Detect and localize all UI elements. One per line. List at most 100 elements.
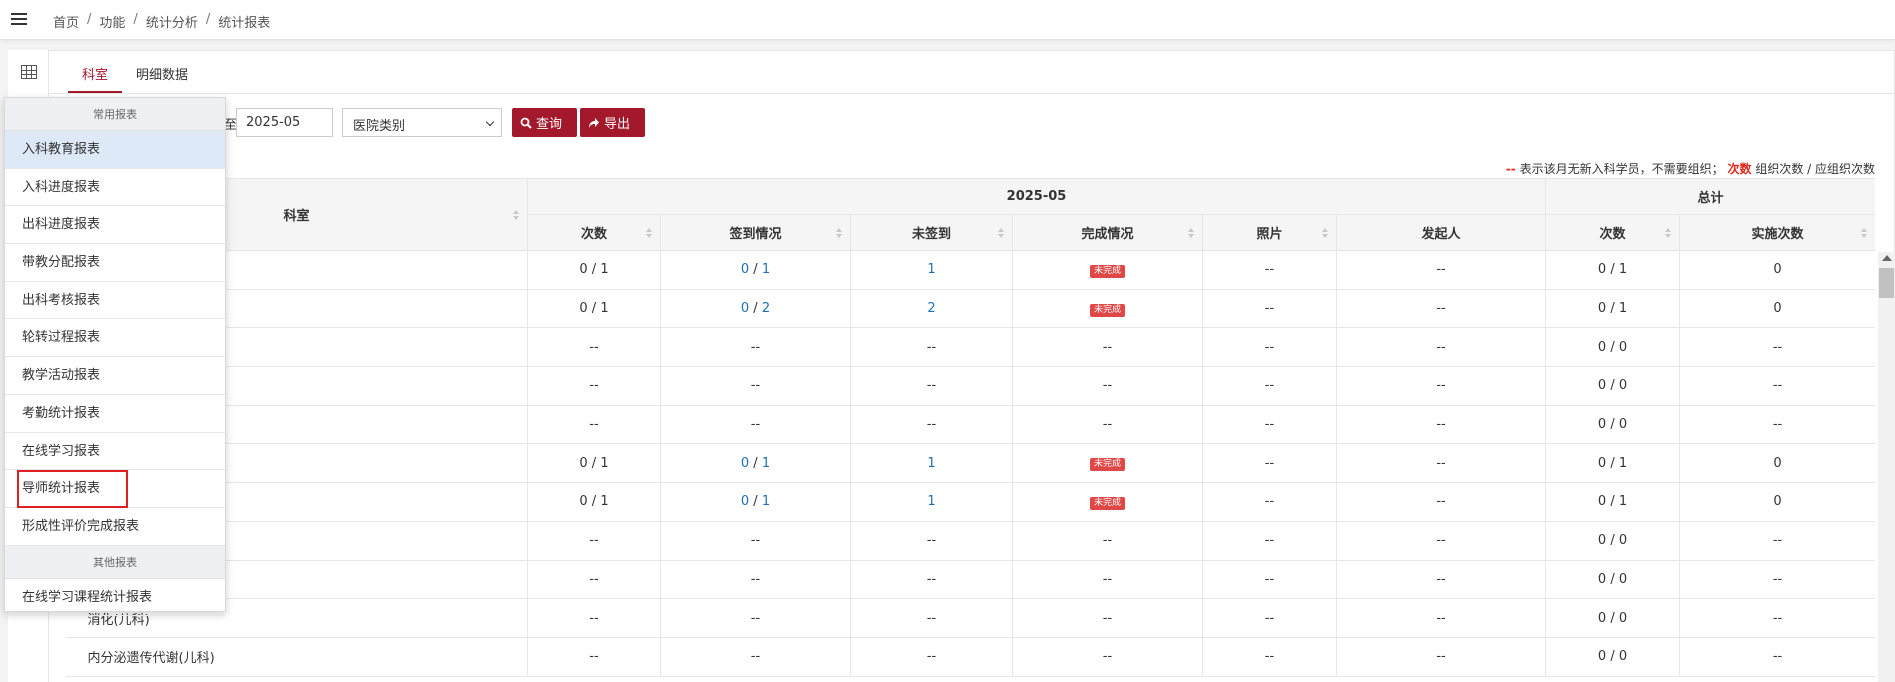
cell-photo: -- (1202, 289, 1337, 329)
menu-item-report[interactable]: 在线学习报表 (5, 433, 225, 471)
cell-unsigned: 1 (850, 482, 1013, 522)
expected-count-link[interactable]: 1 (762, 262, 770, 277)
col-header-total-count[interactable]: 次数 (1545, 214, 1681, 251)
cell-initiator: -- (1336, 521, 1547, 561)
table-row: -- -- -- -- -- -- 0 / 0 -- (65, 366, 1875, 406)
signin-count-link[interactable]: 0 (741, 494, 749, 509)
cell-photo: -- (1202, 598, 1337, 638)
chevron-down-icon (485, 117, 495, 127)
table-row: -- -- -- -- -- -- 0 / 0 -- (65, 327, 1875, 368)
query-button[interactable]: 查询 (512, 108, 577, 137)
cell-completion: 未完成 (1012, 482, 1203, 522)
cell-implemented: 0 (1679, 443, 1875, 484)
cell-initiator: -- (1336, 327, 1547, 368)
cell-completion: -- (1012, 405, 1203, 445)
cell-initiator: -- (1336, 598, 1547, 638)
cell-count: -- (527, 560, 661, 600)
menu-item-report[interactable]: 教学活动报表 (5, 357, 225, 395)
menu-item-report[interactable]: 轮转过程报表 (5, 319, 225, 358)
cell-implemented: -- (1679, 598, 1875, 638)
cell-unsigned: -- (850, 560, 1013, 600)
cell-total-count: 0 / 0 (1545, 327, 1681, 368)
table-grid-icon[interactable] (21, 65, 37, 79)
menu-item-report[interactable]: 带教分配报表 (5, 244, 225, 282)
unsigned-count-link[interactable]: 1 (927, 456, 935, 471)
col-header-initiator[interactable]: 发起人 (1335, 214, 1547, 251)
hospital-type-select[interactable]: 医院类别 (342, 108, 502, 137)
cell-total-count: 0 / 0 (1545, 598, 1681, 638)
tab-detail-data[interactable]: 明细数据 (136, 64, 188, 83)
table-scrollbar[interactable] (1878, 252, 1895, 682)
export-button[interactable]: 导出 (580, 108, 645, 137)
menu-item-report[interactable]: 出科考核报表 (5, 282, 225, 320)
menu-toggle-icon[interactable] (11, 13, 27, 25)
cell-initiator: -- (1336, 289, 1547, 329)
menu-item-report[interactable]: 导师统计报表 (5, 470, 225, 509)
table-row: 0 / 10 / 1 1 未完成 -- -- 0 / 10 (65, 443, 1875, 484)
cell-total-count: 0 / 0 (1545, 405, 1681, 445)
signin-count-link[interactable]: 0 (741, 301, 749, 316)
cell-total-count: 0 / 0 (1545, 521, 1681, 561)
menu-item-report[interactable]: 入科教育报表 (5, 131, 225, 169)
menu-group-other: 其他报表 (5, 545, 225, 579)
cell-initiator: -- (1336, 366, 1547, 406)
report-table: 科室 2025-05 总计 次数 签到情况 未签到 完成情况 照片 发起人 次数… (65, 178, 1875, 677)
col-header-count[interactable]: 次数 (527, 214, 661, 251)
col-header-photo[interactable]: 照片 (1202, 214, 1337, 251)
tab-bar: 科室 明细数据 (50, 50, 1895, 94)
cell-implemented: -- (1679, 637, 1875, 677)
cell-count: -- (527, 405, 661, 445)
hospital-type-value: 医院类别 (353, 119, 406, 134)
status-badge: 未完成 (1089, 496, 1125, 510)
cell-count: 0 / 1 (527, 289, 661, 329)
cell-signin: 0 / 2 (660, 289, 851, 329)
cell-completion: 未完成 (1012, 289, 1203, 329)
scrollbar-thumb[interactable] (1879, 268, 1894, 298)
menu-item-report[interactable]: 形成性评价完成报表 (5, 508, 225, 546)
expected-count-link[interactable]: 1 (762, 494, 770, 509)
breadcrumb-stats[interactable]: 统计分析 (146, 12, 198, 31)
cell-total-count: 0 / 1 (1545, 482, 1681, 522)
menu-item-report[interactable]: 出科进度报表 (5, 206, 225, 245)
status-badge: 未完成 (1089, 458, 1125, 472)
menu-item-report[interactable]: 入科进度报表 (5, 169, 225, 207)
menu-item-report[interactable]: 在线学习课程统计报表 (5, 579, 225, 617)
unsigned-count-link[interactable]: 1 (927, 494, 935, 509)
cell-photo: -- (1202, 560, 1337, 600)
cell-photo: -- (1202, 327, 1337, 368)
cell-count: -- (527, 598, 661, 638)
menu-group-common: 常用报表 (5, 98, 225, 131)
expected-count-link[interactable]: 1 (762, 456, 770, 471)
col-header-signin[interactable]: 签到情况 (660, 214, 851, 251)
tab-department[interactable]: 科室 (82, 64, 108, 83)
unsigned-count-link[interactable]: 2 (927, 301, 935, 316)
col-header-completion[interactable]: 完成情况 (1012, 214, 1203, 251)
expected-count-link[interactable]: 2 (762, 301, 770, 316)
breadcrumb: 首页 / 功能 / 统计分析 / 统计报表 (53, 12, 271, 31)
cell-signin: -- (660, 598, 851, 638)
breadcrumb-function[interactable]: 功能 (99, 12, 125, 31)
cell-total-count: 0 / 0 (1545, 560, 1681, 600)
col-header-total: 总计 (1545, 178, 1875, 215)
menu-item-report[interactable]: 考勤统计报表 (5, 395, 225, 433)
cell-implemented: -- (1679, 521, 1875, 561)
breadcrumb-home[interactable]: 首页 (53, 12, 79, 31)
col-header-unsigned[interactable]: 未签到 (850, 214, 1013, 251)
col-header-implemented[interactable]: 实施次数 (1679, 214, 1875, 251)
cell-completion: -- (1012, 637, 1203, 677)
signin-count-link[interactable]: 0 (741, 456, 749, 471)
signin-count-link[interactable]: 0 (741, 262, 749, 277)
breadcrumb-report: 统计报表 (218, 16, 271, 31)
cell-signin: -- (660, 560, 851, 600)
cell-unsigned: -- (850, 637, 1013, 677)
cell-implemented: -- (1679, 405, 1875, 445)
top-bar: 首页 / 功能 / 统计分析 / 统计报表 (0, 0, 1895, 40)
table-row: -- -- -- -- -- -- 0 / 0 -- (65, 521, 1875, 561)
unsigned-count-link[interactable]: 1 (927, 262, 935, 277)
end-date-input[interactable]: 2025-05 (236, 108, 333, 137)
scroll-up-arrow-icon[interactable] (1882, 255, 1892, 261)
cell-initiator: -- (1336, 250, 1547, 290)
cell-signin: 0 / 1 (660, 482, 851, 522)
cell-initiator: -- (1336, 560, 1547, 600)
cell-total-count: 0 / 1 (1545, 289, 1681, 329)
